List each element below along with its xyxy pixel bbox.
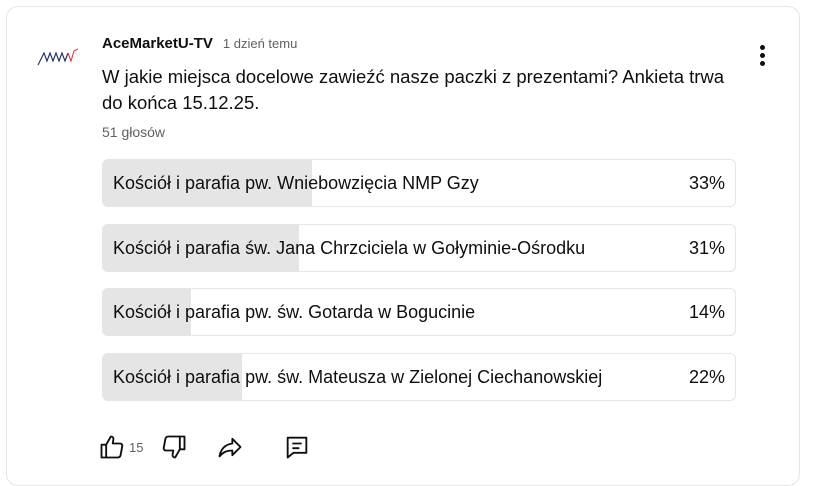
poll-option[interactable]: Kościół i parafia pw. św. Mateusza w Zie…	[102, 352, 736, 401]
like-button[interactable]	[97, 431, 127, 463]
post-header: AceMarketU-TV 1 dzień temu	[102, 35, 297, 52]
channel-name[interactable]: AceMarketU-TV	[102, 35, 213, 52]
poll-option-percent: 14%	[688, 302, 725, 322]
poll-question: W jakie miejsca docelowe zawieźć nasze p…	[102, 66, 725, 113]
poll-option[interactable]: Kościół i parafia pw. Wniebowzięcia NMP …	[102, 159, 736, 207]
post-time[interactable]: 1 dzień temu	[223, 36, 297, 51]
poll-options: Kościół i parafia pw. Wniebowzięcia NMP …	[102, 159, 736, 417]
poll-option-percent: 33%	[688, 173, 725, 193]
poll-option-label: Kościół i parafia pw. św. Mateusza w Zie…	[113, 366, 603, 387]
share-button[interactable]	[213, 431, 247, 463]
poll-option-label: Kościół i parafia św. Jana Chrzciciela w…	[113, 237, 586, 258]
poll-option-percent: 31%	[688, 237, 725, 258]
channel-avatar[interactable]	[36, 47, 84, 71]
more-options-icon[interactable]	[751, 45, 773, 73]
post-card: AceMarketU-TV 1 dzień temu W jakie miejs…	[6, 6, 800, 486]
poll-option-percent: 22%	[688, 366, 725, 387]
poll-option-label: Kościół i parafia pw. św. Gotarda w Bogu…	[113, 302, 476, 322]
poll-option[interactable]: Kościół i parafia św. Jana Chrzciciela w…	[102, 223, 736, 272]
poll-option-label: Kościół i parafia pw. Wniebowzięcia NMP …	[113, 173, 479, 193]
poll-option[interactable]: Kościół i parafia pw. św. Gotarda w Bogu…	[102, 288, 736, 336]
action-bar: 15	[97, 431, 313, 463]
share-icon	[219, 437, 242, 458]
dislike-button[interactable]	[157, 431, 191, 463]
like-count: 15	[129, 439, 144, 455]
comment-icon	[287, 436, 308, 459]
comment-button[interactable]	[281, 431, 313, 463]
thumb-up-icon	[100, 435, 124, 459]
thumb-down-icon	[163, 435, 186, 459]
vote-count: 51 głosów	[102, 124, 166, 140]
